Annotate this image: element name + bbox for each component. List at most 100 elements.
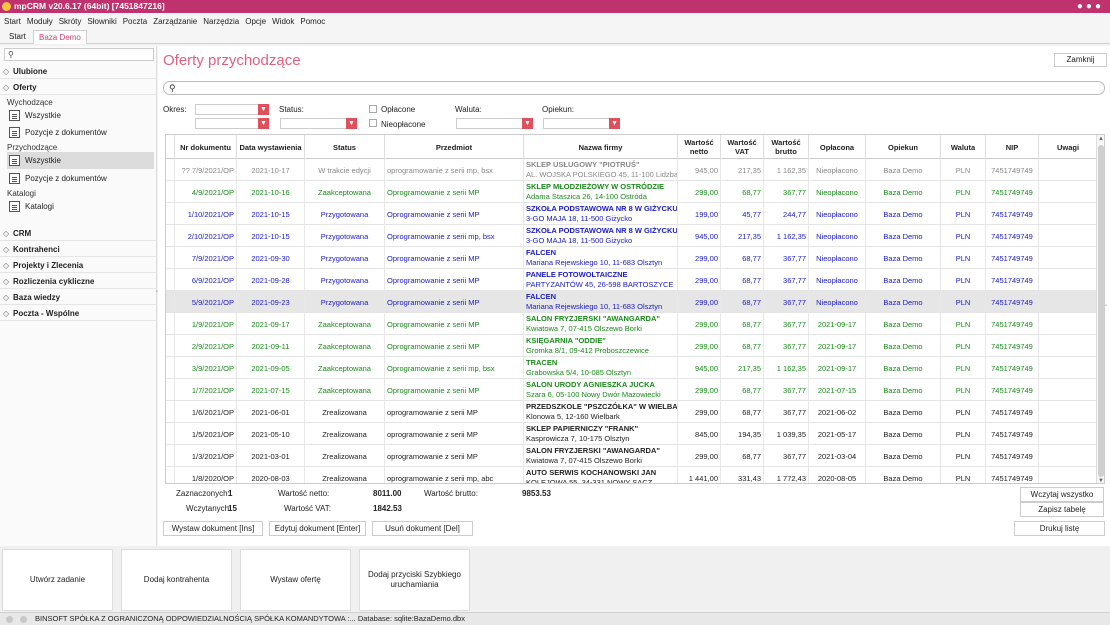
header-opiekun[interactable]: Opiekun [866,135,941,159]
sidebar-section-poczta[interactable]: ◇ Poczta - Wspólne [0,307,157,321]
nieoplacone-checkbox[interactable] [369,119,377,127]
table-row[interactable]: 6/9/2021/OP 2021-09-28 Przygotowana Oprogra… [166,269,1098,291]
opiekun-select[interactable]: ▼ [543,118,620,129]
menu-poczta[interactable]: Poczta [123,17,147,26]
header-status[interactable]: Status [305,135,385,159]
sidebar-section-kontrahenci[interactable]: ◇ Kontrahenci [0,243,157,257]
header-data[interactable]: Data wystawienia [237,135,305,159]
splitter-handle-icon[interactable]: ◦ [1105,303,1107,309]
table-row[interactable]: 3/9/2021/OP 2021-09-05 Zaakceptowana Oprogr… [166,357,1098,379]
header-firma[interactable]: Nazwa firmy [524,135,678,159]
wystaw-dokument-button[interactable]: Wystaw dokument [Ins] [163,521,263,536]
window-controls-icon[interactable]: ●●● [1077,0,1104,13]
header-brutto[interactable]: Wartość brutto [764,135,809,159]
chevron-down-icon[interactable]: ▼ [346,118,357,129]
row-marker[interactable] [166,357,175,379]
row-marker[interactable] [166,401,175,423]
scrollbar-thumb[interactable] [1098,145,1104,477]
menu-moduly[interactable]: Moduły [27,17,53,26]
table-row[interactable]: 1/10/2021/OP 2021-10-15 Przygotowana Oprogr… [166,203,1098,225]
sidebar-section-baza-wiedzy[interactable]: ◇ Baza wiedzy [0,291,157,305]
header-waluta[interactable]: Waluta [941,135,986,159]
table-row[interactable]: 1/7/2021/OP 2021-07-15 Zaakceptowana Oprogr… [166,379,1098,401]
sidebar-section-crm[interactable]: ◇ CRM [0,227,157,241]
sidebar-item-przy-wszystkie[interactable]: Wszystkie [7,152,154,169]
row-marker[interactable] [166,335,175,357]
menu-start[interactable]: Start [4,17,21,26]
header-netto[interactable]: Wartość netto [678,135,721,159]
splitter-handle-icon[interactable]: ◦ [156,289,158,295]
main-search-input[interactable]: ⚲ [163,81,1105,95]
sidebar-item-przy-pozycje[interactable]: Pozycje z dokumentów [7,170,154,187]
row-marker[interactable] [166,445,175,467]
menu-zarzadzanie[interactable]: Zarządzanie [153,17,197,26]
sidebar-section-ulubione[interactable]: ◇ Ulubione [0,65,157,79]
header-vat[interactable]: Wartość VAT [721,135,764,159]
okres-to-select[interactable]: ▼ [195,118,269,129]
table-row[interactable]: ?? 7/9/2021/OP 2021-10-17 W trakcie edycji… [166,159,1098,181]
row-marker[interactable] [166,181,175,203]
sidebar-search-input[interactable]: ⚲ [4,48,154,61]
sidebar-section-projekty[interactable]: ◇ Projekty i Zlecenia [0,259,157,273]
sidebar-item-wych-pozycje[interactable]: Pozycje z dokumentów [7,124,154,141]
table-row[interactable]: 5/9/2021/OP 2021-09-23 Przygotowana Oprogra… [166,291,1098,313]
menu-widok[interactable]: Widok [272,17,294,26]
row-marker[interactable] [166,247,175,269]
row-marker[interactable] [166,467,175,483]
oplacone-checkbox[interactable] [369,105,377,113]
offers-table[interactable]: Nr dokumentu Data wystawienia Status Prz… [165,134,1105,484]
status-select[interactable]: ▼ [280,118,357,129]
chevron-down-icon[interactable]: ▼ [258,104,269,115]
sidebar-item-wych-wszystkie[interactable]: Wszystkie [7,107,154,124]
menu-skroty[interactable]: Skróty [59,17,82,26]
vertical-scrollbar[interactable]: ▲ ▼ [1096,135,1104,483]
scroll-up-icon[interactable]: ▲ [1098,136,1104,142]
header-uwagi[interactable]: Uwagi [1039,135,1098,159]
chevron-down-icon[interactable]: ▼ [522,118,533,129]
utworz-zadanie-tile[interactable]: Utwórz zadanie [2,549,113,611]
table-row[interactable]: 2/9/2021/OP 2021-09-11 Zaakceptowana Oprogr… [166,335,1098,357]
header-oplacona[interactable]: Opłacona [809,135,866,159]
tab-baza-demo[interactable]: Baza Demo [33,30,87,44]
scroll-down-icon[interactable]: ▼ [1098,478,1104,483]
table-row[interactable]: 1/8/2020/OP 2020-08-03 Zrealizowana oprogra… [166,467,1098,483]
row-marker[interactable] [166,203,175,225]
tab-start[interactable]: Start [4,30,31,44]
table-row[interactable]: 1/9/2021/OP 2021-09-17 Zaakceptowana Oprogr… [166,313,1098,335]
row-marker[interactable] [166,269,175,291]
wczytaj-wszystko-button[interactable]: Wczytaj wszystko [1020,487,1104,502]
menu-slowniki[interactable]: Słowniki [87,17,116,26]
row-marker[interactable] [166,291,175,313]
header-nr[interactable]: Nr dokumentu [175,135,237,159]
row-marker[interactable] [166,313,175,335]
close-button[interactable]: Zamknij [1054,53,1107,67]
row-marker[interactable] [166,379,175,401]
menu-opcje[interactable]: Opcje [245,17,266,26]
wystaw-oferte-tile[interactable]: Wystaw ofertę [240,549,351,611]
sidebar-section-rozliczenia[interactable]: ◇ Rozliczenia cykliczne [0,275,157,289]
edytuj-dokument-button[interactable]: Edytuj dokument [Enter] [269,521,366,536]
table-row[interactable]: 1/3/2021/OP 2021-03-01 Zrealizowana oprogra… [166,445,1098,467]
zapisz-tabele-button[interactable]: Zapisz tabelę [1020,502,1104,517]
usun-dokument-button[interactable]: Usuń dokument [Del] [372,521,473,536]
menu-pomoc[interactable]: Pomoc [300,17,325,26]
table-row[interactable]: 4/9/2021/OP 2021-10-16 Zaakceptowana Oprogr… [166,181,1098,203]
chevron-down-icon[interactable]: ▼ [609,118,620,129]
row-marker[interactable] [166,225,175,247]
table-row[interactable]: 1/6/2021/OP 2021-06-01 Zrealizowana oprogra… [166,401,1098,423]
waluta-select[interactable]: ▼ [456,118,533,129]
row-marker[interactable] [166,159,175,181]
header-przedmiot[interactable]: Przedmiot [385,135,524,159]
okres-from-select[interactable]: ▼ [195,104,269,115]
row-marker[interactable] [166,423,175,445]
drukuj-liste-button[interactable]: Drukuj listę [1014,521,1105,536]
dodaj-kontrahenta-tile[interactable]: Dodaj kontrahenta [121,549,232,611]
table-row[interactable]: 1/5/2021/OP 2021-05-10 Zrealizowana oprogra… [166,423,1098,445]
sidebar-item-katalogi[interactable]: Katalogi [7,198,154,215]
chevron-down-icon[interactable]: ▼ [258,118,269,129]
menu-narzedzia[interactable]: Narzędzia [203,17,239,26]
sidebar-section-oferty[interactable]: ◇ Oferty [0,81,157,95]
table-row[interactable]: 2/10/2021/OP 2021-10-15 Przygotowana Oprogr… [166,225,1098,247]
header-nip[interactable]: NIP [986,135,1039,159]
table-row[interactable]: 7/9/2021/OP 2021-09-30 Przygotowana Oprogra… [166,247,1098,269]
